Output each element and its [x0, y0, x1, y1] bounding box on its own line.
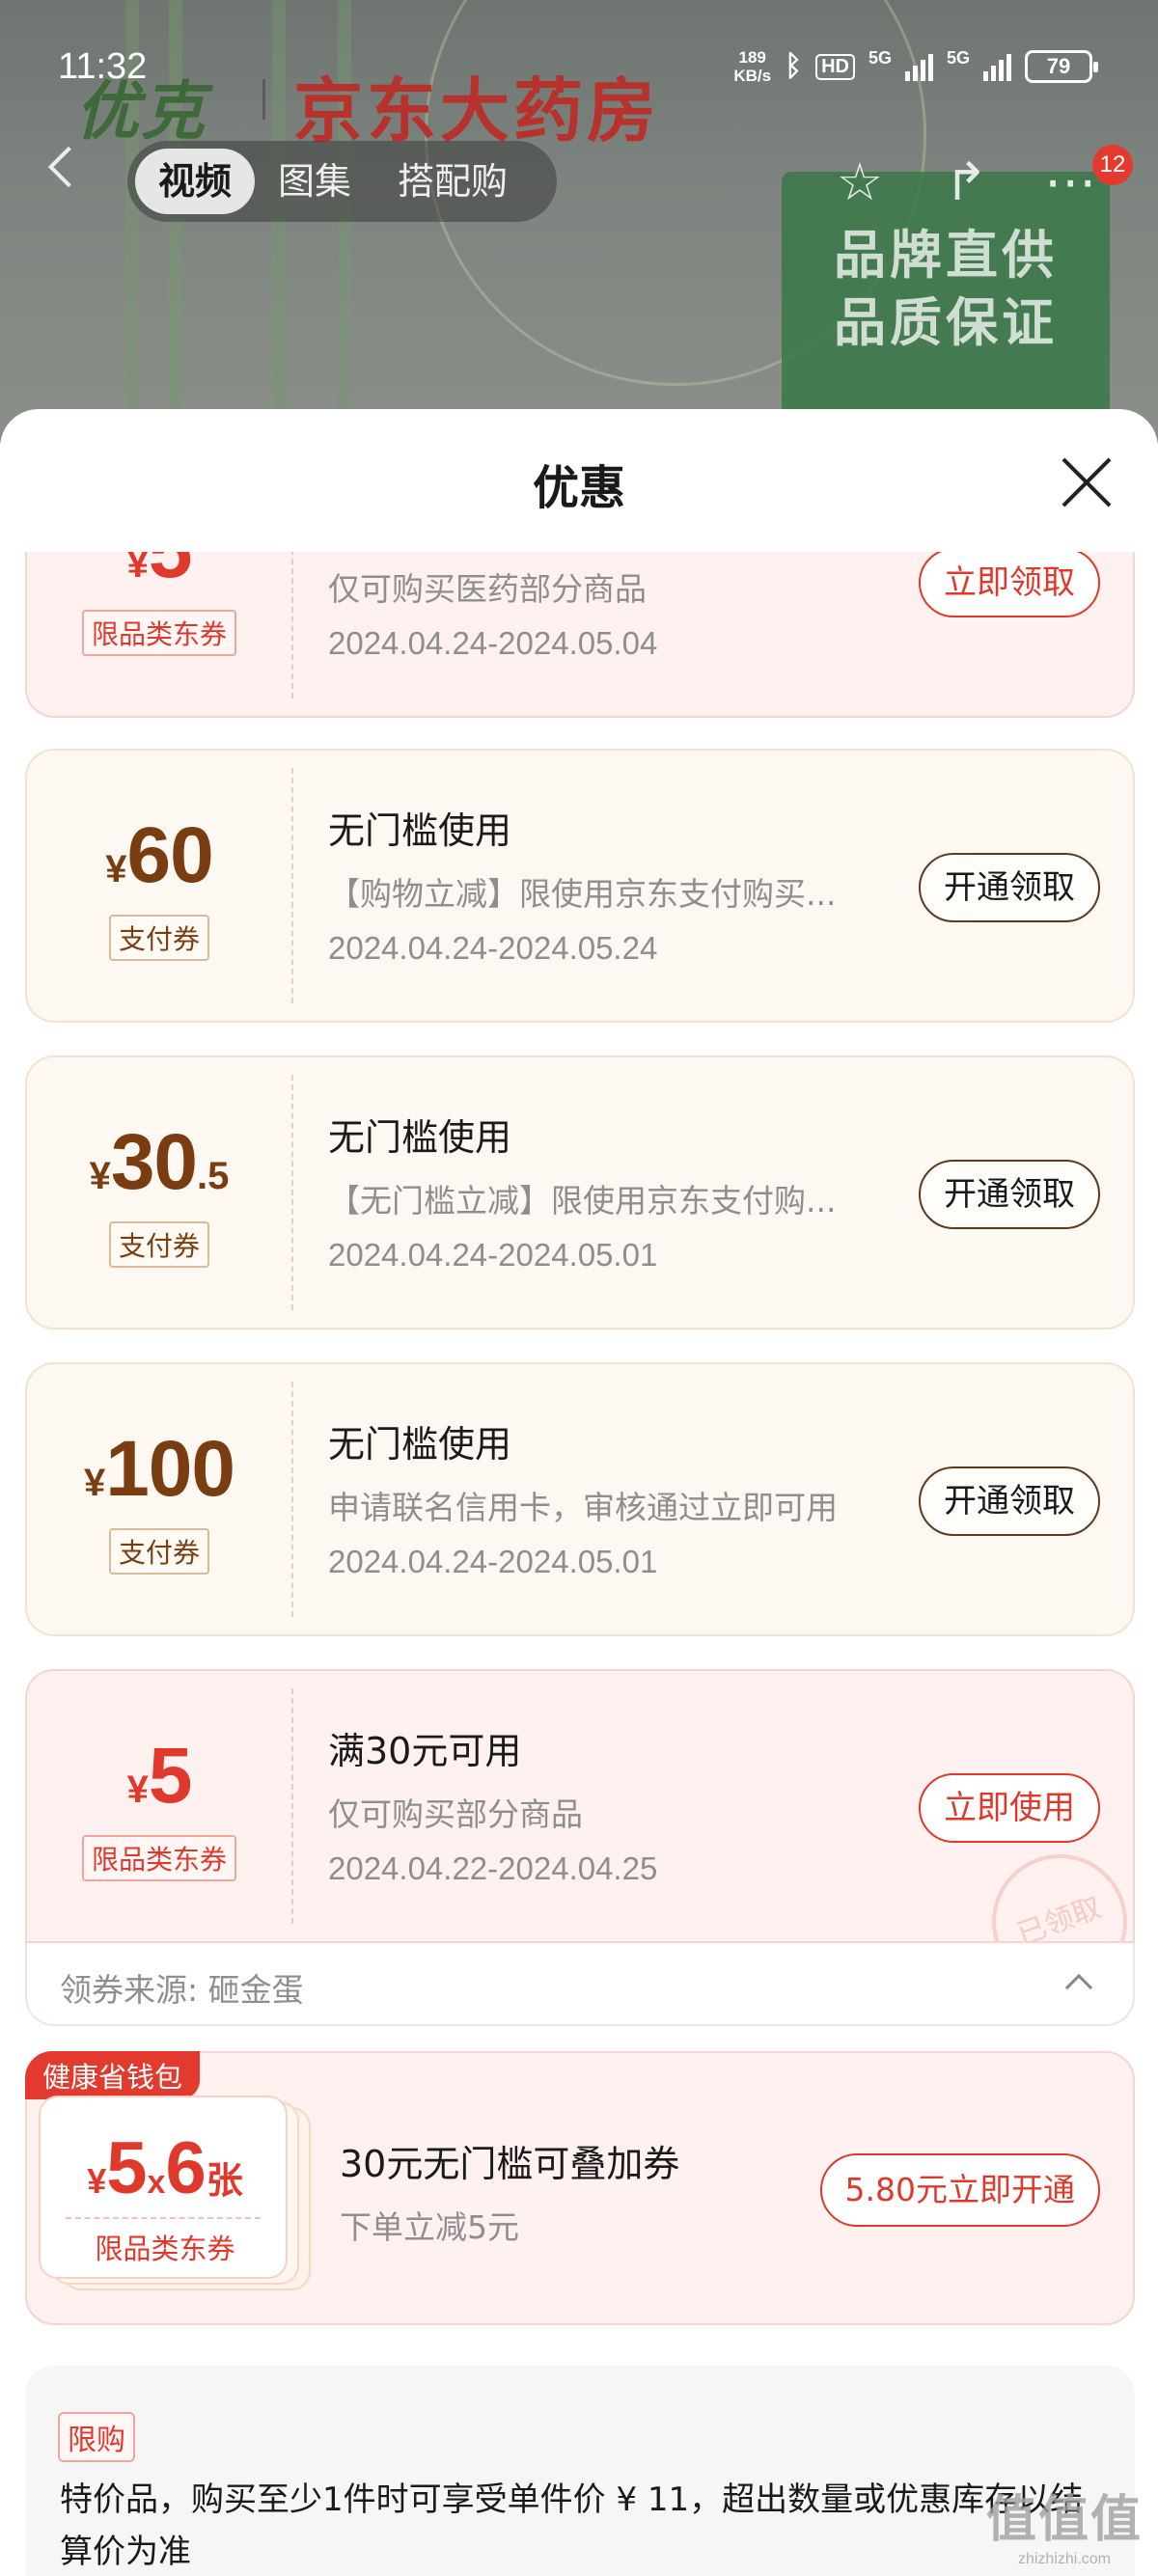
- coupon-validity: 2024.04.22-2024.04.25: [328, 1850, 658, 1886]
- coupon-type-tag: 限品类东券: [81, 610, 237, 656]
- coupon-validity: 2024.04.24-2024.05.04: [328, 625, 658, 661]
- promo-line: 品质保证: [834, 292, 1058, 353]
- activate-claim-button[interactable]: 开通领取: [919, 1160, 1100, 1229]
- bluetooth-icon: ᛒ: [785, 50, 803, 82]
- star-icon[interactable]: ☆: [830, 152, 890, 212]
- wallet-tag: 健康省钱包: [25, 2051, 201, 2099]
- sim2-signal-icon: [983, 52, 1011, 81]
- claim-button[interactable]: 立即领取: [919, 552, 1100, 617]
- tab-bundle[interactable]: 搭配购: [374, 149, 531, 214]
- coupon-validity: 2024.04.24-2024.05.01: [328, 1237, 658, 1273]
- watermark-url: zhizhizhi.com: [1017, 2551, 1111, 2567]
- coupon-validity: 2024.04.24-2024.05.24: [328, 930, 658, 966]
- tab-video[interactable]: 视频: [135, 149, 256, 214]
- message-badge: 12: [1092, 145, 1133, 185]
- status-time: 11:32: [58, 46, 148, 87]
- sheet-title: 优惠: [532, 461, 625, 515]
- coupon-title: 无门槛使用: [328, 809, 512, 852]
- wallet-coupon-amount: ¥5x6张: [87, 2127, 243, 2209]
- coupon-type-tag: 支付券: [108, 1221, 210, 1268]
- hd-voice-icon: HD: [815, 53, 855, 80]
- coupon-value-area: ¥5 限品类东券: [27, 552, 291, 716]
- coupon-description: 【购物立减】限使用京东支付购买...: [328, 875, 837, 913]
- coupon-card: ¥30.5 支付券 无门槛使用 【无门槛立减】限使用京东支付购... 2024.…: [25, 1055, 1135, 1329]
- coupon-sheet: 优惠 ¥5 限品类东券 仅可购买医药部分商品 2024.04.24-2024.0…: [0, 409, 1158, 2576]
- more-icon[interactable]: ⋯: [1040, 152, 1100, 212]
- coupon-description: 仅可购买医药部分商品: [328, 570, 647, 608]
- share-icon[interactable]: ↱: [936, 152, 996, 212]
- net-speed-value: 189: [738, 48, 766, 67]
- limit-tag: 限购: [58, 2412, 135, 2462]
- wallet-coupon: ¥5x6张 限品类东券: [39, 2096, 288, 2279]
- coupon-value-area: ¥60 支付券: [27, 751, 291, 1021]
- close-icon[interactable]: [1058, 453, 1116, 511]
- coupon-card: ¥5 限品类东券 仅可购买医药部分商品 2024.04.24-2024.05.0…: [25, 552, 1135, 718]
- limit-text: 特价品，购买至少1件时可享受单件价 ¥ 11，超出数量或优惠库存以结算价为准: [60, 2480, 1084, 2571]
- status-icons: 189 KB/s ᛒ HD 5G 5G 79: [733, 48, 1098, 85]
- coupon-title: 无门槛使用: [328, 1116, 512, 1159]
- coupon-source-text: 领券来源: 砸金蛋: [60, 1971, 304, 2009]
- site-watermark: 值值值 zhizhizhi.com: [986, 2479, 1143, 2568]
- coupon-amount: ¥5: [126, 1732, 193, 1820]
- coupon-type-tag: 限品类东券: [81, 1835, 237, 1881]
- sim1-signal-icon: [904, 52, 933, 81]
- promo-box: 品牌直供 品质保证: [782, 172, 1110, 444]
- net-speed-unit: KB/s: [733, 67, 772, 85]
- claimed-stamp: 已领取: [973, 1835, 1133, 1941]
- coupon-card: ¥60 支付券 无门槛使用 【购物立减】限使用京东支付购买... 2024.04…: [25, 749, 1135, 1023]
- use-now-button[interactable]: 立即使用: [919, 1773, 1100, 1843]
- coupon-card: ¥5 限品类东券 满30元可用 仅可购买部分商品 2024.04.22-2024…: [25, 1669, 1135, 1943]
- watermark-logo: 值值值: [985, 2491, 1143, 2549]
- coupon-divider: [291, 1075, 293, 1310]
- coupon-validity: 2024.04.24-2024.05.01: [328, 1544, 658, 1579]
- coupon-amount: ¥100: [83, 1425, 235, 1513]
- coupon-title: 满30元可用: [328, 1730, 522, 1772]
- coupon-amount: ¥60: [105, 811, 213, 899]
- coupon-divider: [291, 552, 293, 699]
- wallet-activate-button[interactable]: 5.80元立即开通: [819, 2153, 1100, 2227]
- coupon-type-tag: 支付券: [108, 1528, 210, 1575]
- coupon-value-area: ¥30.5 支付券: [27, 1057, 291, 1328]
- promo-line: 品牌直供: [834, 225, 1058, 286]
- purchase-limit-notice: 限购 特价品，购买至少1件时可享受单件价 ¥ 11，超出数量或优惠库存以结算价为…: [25, 2366, 1135, 2576]
- activate-claim-button[interactable]: 开通领取: [919, 1466, 1100, 1536]
- net-speed: 189 KB/s: [733, 48, 771, 85]
- coupon-card: ¥100 支付券 无门槛使用 申请联名信用卡，审核通过立即可用 2024.04.…: [25, 1362, 1135, 1636]
- media-tabs: 视频 图集 搭配购: [127, 141, 557, 222]
- brand-separator: [262, 79, 265, 120]
- sim1-network-label: 5G: [868, 48, 892, 68]
- wallet-description: 下单立减5元: [340, 2208, 519, 2246]
- coupon-divider: [291, 1382, 293, 1617]
- wallet-title: 30元无门槛可叠加券: [340, 2143, 680, 2185]
- coupon-description: 【无门槛立减】限使用京东支付购...: [328, 1182, 837, 1219]
- coupon-list[interactable]: ¥5 限品类东券 仅可购买医药部分商品 2024.04.24-2024.05.0…: [0, 552, 1158, 2576]
- coupon-description: 申请联名信用卡，审核通过立即可用: [328, 1489, 838, 1526]
- wallet-coupon-tag: 限品类东券: [95, 2233, 235, 2265]
- coupon-divider: [291, 768, 293, 1003]
- wallet-coupon-divider: [66, 2217, 261, 2219]
- chevron-up-icon[interactable]: [1064, 1973, 1093, 2002]
- tab-gallery[interactable]: 图集: [255, 149, 374, 214]
- health-wallet-card: 健康省钱包 ¥5x6张 限品类东券 30元无门槛可叠加券 下单立减5元 5.80…: [25, 2051, 1135, 2325]
- backdrop-stripe: [272, 0, 286, 444]
- coupon-divider: [291, 1688, 293, 1924]
- coupon-source-row[interactable]: 领券来源: 砸金蛋: [25, 1943, 1135, 2026]
- coupon-value-area: ¥100 支付券: [27, 1364, 291, 1634]
- coupon-description: 仅可购买部分商品: [328, 1795, 583, 1833]
- activate-claim-button[interactable]: 开通领取: [919, 853, 1100, 922]
- coupon-amount: ¥5: [126, 552, 193, 594]
- sim2-network-label: 5G: [946, 48, 970, 68]
- coupon-amount: ¥30.5: [89, 1118, 230, 1206]
- coupon-value-area: ¥5 限品类东券: [27, 1671, 291, 1941]
- coupon-type-tag: 支付券: [108, 915, 210, 961]
- coupon-title: 无门槛使用: [328, 1423, 512, 1466]
- battery-icon: 79: [1025, 50, 1098, 83]
